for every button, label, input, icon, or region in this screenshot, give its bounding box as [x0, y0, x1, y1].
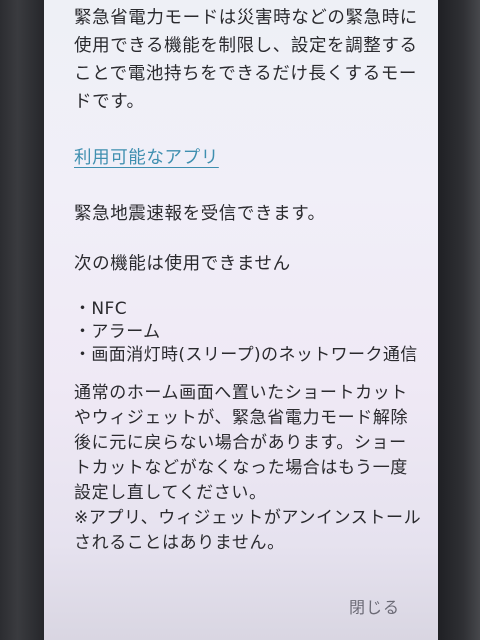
unavailable-feature-list: ・NFC ・アラーム ・画面消灯時(スリープ)のネットワーク通信	[74, 298, 422, 367]
device-bezel-left	[0, 0, 44, 640]
emergency-power-saving-dialog: 緊急省電力モードは災害時などの緊急時に使用できる機能を制限し、設定を調整すること…	[44, 0, 438, 640]
available-apps-link[interactable]: 利用可能なアプリ	[74, 144, 422, 172]
unavailable-heading: 次の機能は使用できません	[74, 254, 291, 274]
device-bezel-right	[438, 0, 480, 640]
close-button[interactable]: 閉じる	[343, 590, 406, 622]
earthquake-alert-text: 緊急地震速報を受信できます。	[74, 204, 326, 224]
list-item-alarm: ・アラーム	[74, 322, 161, 342]
shortcut-notice-text: 通常のホーム画面へ置いたショートカットやウィジェットが、緊急省電力モード解除後に…	[74, 383, 409, 503]
uninstall-note-text: ※アプリ、ウィジェットがアンインストールされることはありません。	[74, 508, 422, 553]
list-item-sleep-network: ・画面消灯時(スリープ)のネットワーク通信	[74, 345, 418, 365]
intro-text: 緊急省電力モードは災害時などの緊急時に使用できる機能を制限し、設定を調整すること…	[74, 8, 418, 112]
list-item-nfc: ・NFC	[74, 299, 127, 319]
